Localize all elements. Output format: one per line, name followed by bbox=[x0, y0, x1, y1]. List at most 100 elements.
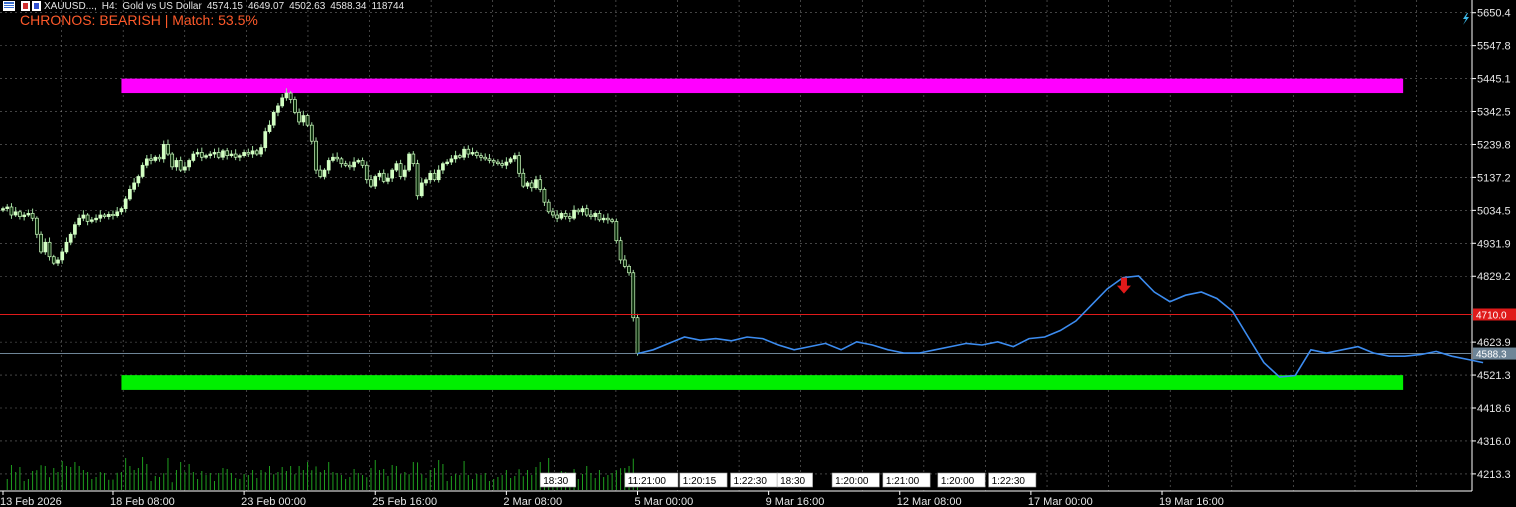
candle-body bbox=[1, 208, 5, 211]
time-tag-label: 11:21:00 bbox=[628, 476, 667, 487]
symbol-label: XAUUSD..., bbox=[44, 0, 97, 12]
candle-body bbox=[229, 153, 234, 156]
candle-body bbox=[403, 169, 407, 177]
candle-body bbox=[318, 169, 323, 177]
candle-body bbox=[356, 160, 361, 163]
time-tag-label: 18:30 bbox=[543, 476, 568, 487]
candle-body bbox=[208, 153, 213, 156]
candle-body bbox=[622, 259, 627, 267]
time-tag-label: 1:20:00 bbox=[835, 476, 869, 487]
candle-body bbox=[26, 213, 31, 216]
candle-body bbox=[428, 172, 433, 181]
candle-body bbox=[424, 179, 428, 184]
candle-body bbox=[170, 153, 175, 168]
candle-body bbox=[149, 158, 153, 161]
candle-body bbox=[576, 209, 581, 213]
y-tick-label: 4418.6 bbox=[1477, 403, 1511, 415]
x-tick-label: 12 Mar 08:00 bbox=[897, 496, 962, 507]
chart-background bbox=[0, 0, 1516, 507]
candle-body bbox=[216, 152, 221, 158]
candle-body bbox=[94, 217, 98, 221]
candle-body bbox=[77, 217, 81, 225]
price-chart[interactable]: 4710.0 4588.3 5650.4 5547.8 5445.1 5342.5 523… bbox=[0, 0, 1516, 507]
candle-body bbox=[288, 92, 293, 100]
candle-body bbox=[284, 92, 289, 99]
candle-body bbox=[13, 211, 18, 216]
candle-body bbox=[398, 163, 403, 177]
time-tag-label: 18:30 bbox=[780, 476, 805, 487]
candle-body bbox=[246, 152, 251, 155]
candle-body bbox=[161, 144, 166, 160]
candle-body bbox=[415, 163, 420, 197]
candle-body bbox=[98, 214, 103, 219]
candle-body bbox=[322, 169, 327, 177]
candle-body bbox=[517, 155, 521, 174]
candle-body bbox=[140, 164, 145, 177]
candle-body bbox=[610, 219, 614, 222]
candle-body bbox=[22, 214, 26, 217]
x-tick-label: 18 Feb 08:00 bbox=[110, 496, 175, 507]
x-tick-label: 25 Feb 16:00 bbox=[372, 496, 437, 507]
candle-body bbox=[407, 153, 411, 171]
candle-body bbox=[335, 156, 340, 160]
y-tick-label: 5445.1 bbox=[1477, 74, 1511, 86]
candle-body bbox=[597, 213, 602, 221]
candle-body bbox=[352, 161, 356, 168]
candle-body bbox=[212, 152, 217, 155]
candle-body bbox=[5, 206, 10, 209]
timeframe-label: H4: bbox=[101, 0, 118, 12]
candle-body bbox=[377, 172, 382, 177]
price-axis[interactable]: 5650.4 5547.8 5445.1 5342.5 5239.8 5137.2 5034… bbox=[1472, 8, 1511, 481]
candle-body bbox=[128, 188, 132, 200]
candle-body bbox=[280, 97, 285, 107]
y-tick-label: 4623.9 bbox=[1477, 337, 1511, 349]
candle-body bbox=[68, 233, 73, 243]
y-tick-label: 4521.3 bbox=[1477, 370, 1511, 382]
candle-body bbox=[233, 153, 238, 158]
candle-body bbox=[204, 155, 208, 158]
candle-body bbox=[73, 224, 77, 235]
candle-body bbox=[119, 208, 124, 213]
chart-window-icon[interactable] bbox=[3, 1, 15, 11]
trade-panel-icon[interactable] bbox=[21, 1, 41, 11]
y-tick-label: 5342.5 bbox=[1477, 107, 1511, 119]
candle-body bbox=[115, 211, 120, 217]
candle-body bbox=[60, 251, 65, 261]
candle-body bbox=[238, 155, 242, 158]
candle-body bbox=[9, 206, 14, 216]
symbol-description: Gold vs US Dollar bbox=[122, 0, 202, 12]
y-tick-label: 5547.8 bbox=[1477, 41, 1511, 53]
candle-body bbox=[106, 214, 111, 217]
candle-body bbox=[331, 156, 335, 161]
candle-body bbox=[195, 152, 200, 155]
candle-body bbox=[500, 163, 504, 166]
candle-body bbox=[132, 182, 136, 190]
candle-body bbox=[221, 150, 225, 158]
close-value: 4588.34 bbox=[330, 0, 367, 12]
candle-body bbox=[301, 115, 306, 123]
candle-body bbox=[394, 163, 399, 171]
candle-body bbox=[457, 155, 462, 158]
candle-body bbox=[144, 158, 149, 166]
candle-body bbox=[606, 217, 610, 221]
candle-body bbox=[559, 213, 564, 219]
candle-body bbox=[436, 169, 441, 181]
candle-body bbox=[521, 172, 526, 187]
candle-body bbox=[297, 111, 301, 123]
candle-body bbox=[546, 201, 551, 213]
support-zone bbox=[121, 375, 1404, 390]
time-tag-label: 1:22:30 bbox=[734, 476, 768, 487]
candle-body bbox=[369, 179, 373, 187]
volume-value: 118744 bbox=[371, 0, 405, 12]
candle-body bbox=[601, 217, 606, 221]
candle-body bbox=[250, 150, 255, 155]
x-tick-label: 5 Mar 00:00 bbox=[635, 496, 694, 507]
candle-body bbox=[174, 160, 179, 168]
candle-body bbox=[199, 152, 204, 158]
x-tick-label: 9 Mar 16:00 bbox=[766, 496, 825, 507]
candle-body bbox=[491, 160, 496, 163]
candle-body bbox=[267, 124, 272, 132]
candle-body bbox=[474, 152, 479, 156]
candle-body bbox=[225, 150, 230, 156]
y-tick-label: 4931.9 bbox=[1477, 238, 1511, 250]
